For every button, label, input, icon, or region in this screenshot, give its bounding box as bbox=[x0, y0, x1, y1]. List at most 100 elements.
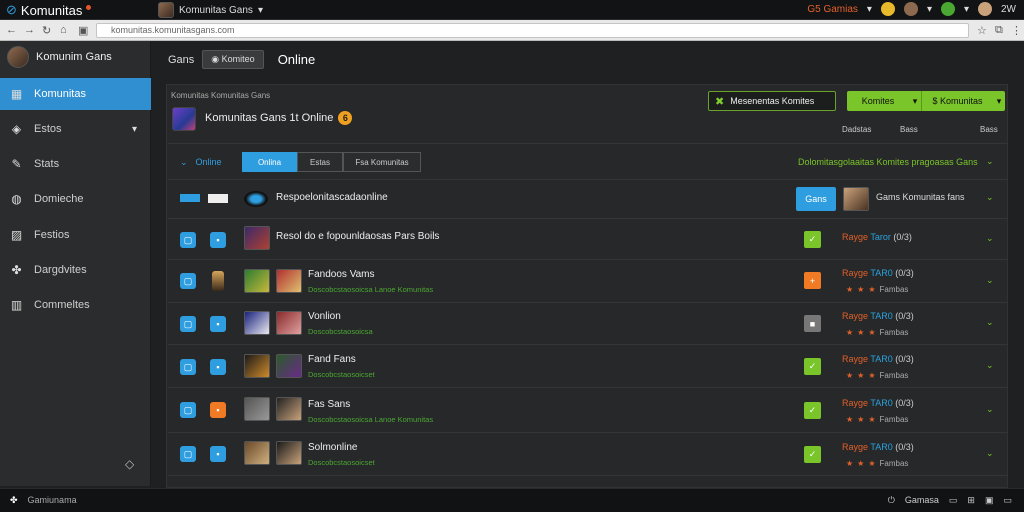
game-thumbnail bbox=[244, 397, 270, 421]
table-row[interactable]: ▢ ▪ Solmonline Doscobcstaosoicset ✓ Rayg… bbox=[168, 433, 1008, 476]
square-icon[interactable]: ▪ bbox=[210, 402, 226, 418]
app-name: Komunitas bbox=[20, 2, 83, 18]
app-logo[interactable]: ⊘ Komunitas bbox=[6, 2, 92, 18]
col-header: Bass bbox=[980, 125, 998, 134]
grid-icon[interactable]: ⊞ bbox=[967, 495, 975, 506]
chevron-down-icon[interactable]: ⌄ bbox=[986, 404, 994, 415]
table-row[interactable]: ▢ ▪ Fand Fans Doscobcstaosoicset ✓ Rayge… bbox=[168, 345, 1008, 388]
square-icon[interactable]: ▢ bbox=[180, 446, 196, 462]
sidebar-item-dargdvites[interactable]: ✤ Dargdvites bbox=[0, 254, 151, 286]
chevron-down-icon[interactable]: ▾ bbox=[909, 91, 921, 111]
coin-icon[interactable] bbox=[880, 2, 895, 16]
square-icon[interactable]: ▢ bbox=[180, 359, 196, 375]
profile-avatar[interactable] bbox=[978, 2, 992, 16]
extensions-icon[interactable]: ⧉ bbox=[995, 24, 1003, 37]
square-icon[interactable]: ▪ bbox=[210, 316, 226, 332]
square-icon[interactable]: ▪ bbox=[210, 359, 226, 375]
col-header: Bass bbox=[900, 125, 918, 134]
green-split-button[interactable]: Komites ▾ $ Komunitas ▾ bbox=[847, 91, 1005, 111]
komites-button[interactable]: Komites bbox=[847, 91, 909, 111]
breadcrumb[interactable]: Komunitas Komunitas Gans bbox=[171, 91, 270, 100]
footer-left[interactable]: ✤ Gamiunama bbox=[10, 495, 77, 506]
chevron-down-icon[interactable]: ⌄ bbox=[986, 275, 994, 286]
chevron-down-icon[interactable]: ⌄ bbox=[986, 156, 994, 167]
back-icon[interactable]: ← bbox=[6, 24, 17, 36]
game-thumbnail bbox=[244, 441, 270, 465]
gans-button[interactable]: Gans bbox=[796, 187, 836, 211]
sidebar-item-domieche[interactable]: ◍ Domieche bbox=[0, 183, 151, 215]
star-icon: ★ bbox=[857, 415, 865, 424]
avatar bbox=[7, 46, 29, 68]
eye-icon bbox=[244, 191, 268, 207]
table-row[interactable]: ▢ ▪ Fas Sans Doscobcstaosoicsa Lanoe Kom… bbox=[168, 388, 1008, 433]
sidebar-profile[interactable]: Komunim Gans bbox=[7, 46, 112, 68]
sidebar-item-estos[interactable]: ◈ Estos ▾ bbox=[0, 113, 151, 145]
user-menu[interactable]: Komunitas Gans ▾ bbox=[158, 2, 263, 18]
tab-estas[interactable]: Estas bbox=[297, 152, 343, 172]
square-icon[interactable]: ▢ bbox=[180, 232, 196, 248]
game-thumbnail bbox=[276, 397, 302, 421]
reload-icon[interactable]: ↻ bbox=[42, 24, 51, 37]
window-icon[interactable]: ▭ bbox=[1003, 495, 1012, 506]
sidebar-item-komunitas[interactable]: ▦ Komunitas bbox=[0, 78, 151, 110]
diamond-icon[interactable]: ◇ bbox=[125, 457, 134, 471]
table-row[interactable]: Respoelonitascadaonline Gans Gams Komuni… bbox=[168, 180, 1008, 219]
chevron-down-icon[interactable]: ⌄ bbox=[986, 448, 994, 459]
tile-icon[interactable]: ▣ bbox=[985, 495, 994, 506]
globe-icon: ◍ bbox=[11, 192, 22, 206]
square-icon[interactable]: ▢ bbox=[180, 402, 196, 418]
power-icon[interactable]: ⏻ bbox=[888, 495, 895, 506]
status-badge[interactable]: ■ bbox=[804, 315, 821, 332]
message-button[interactable]: ✖ Mesenentas Komites bbox=[708, 91, 836, 111]
square-icon[interactable]: ▢ bbox=[180, 316, 196, 332]
square-icon[interactable]: ▪ bbox=[210, 232, 226, 248]
online-filter[interactable]: ⌄ Online bbox=[180, 157, 222, 168]
table-row[interactable]: ▢ Fandoos Vams Doscobcstaosoicsa Lanoe K… bbox=[168, 260, 1008, 303]
status-badge[interactable]: ✓ bbox=[804, 358, 821, 375]
puzzle-icon: ✤ bbox=[11, 263, 22, 277]
select-checkbox[interactable] bbox=[180, 194, 200, 202]
status-badge[interactable]: ✓ bbox=[804, 402, 821, 419]
tag-a: Rayge bbox=[842, 442, 869, 452]
sidebar-item-festios[interactable]: ▨ Festios bbox=[0, 219, 151, 251]
home-icon[interactable]: ⌂ bbox=[60, 24, 67, 36]
filter-summary[interactable]: Dolomitasgolaaitas Komites pragoasas Gan… bbox=[798, 157, 978, 167]
chevron-down-icon[interactable]: ⌄ bbox=[986, 233, 994, 244]
status-badge[interactable]: ✓ bbox=[804, 446, 821, 463]
sidebar-item-stats[interactable]: ✎ Stats bbox=[0, 148, 151, 180]
online-filter-label: Online bbox=[195, 157, 222, 167]
star-icon: ★ bbox=[868, 415, 876, 424]
chevron-down-icon[interactable]: ⌄ bbox=[986, 317, 994, 328]
bookmark-icon[interactable]: ☆ bbox=[977, 24, 987, 37]
tab-fsa[interactable]: Fsa Komunitas bbox=[343, 152, 421, 172]
menu-icon[interactable]: ⋮ bbox=[1011, 24, 1022, 37]
star-icon: ★ bbox=[846, 285, 854, 294]
chevron-down-icon[interactable]: ⌄ bbox=[986, 192, 994, 203]
avatar[interactable] bbox=[903, 2, 918, 16]
sidebar: Komunim Gans ▦ Komunitas ◈ Estos ▾ ✎ Sta… bbox=[0, 41, 151, 486]
forward-icon[interactable]: → bbox=[24, 24, 35, 36]
tab-onlina[interactable]: Onlina bbox=[242, 152, 297, 172]
table-row[interactable]: ▢ ▪ Resol do e fopounldaosas Pars Boils … bbox=[168, 219, 1008, 260]
status-badge[interactable]: + bbox=[804, 272, 821, 289]
chevron-down-icon: ▾ bbox=[926, 3, 932, 15]
row-subtitle: Doscobcstaosoicset bbox=[308, 458, 375, 467]
notif-text[interactable]: G5 Gamias bbox=[807, 4, 858, 15]
square-icon[interactable]: ▪ bbox=[210, 446, 226, 462]
sidebar-item-label: Festios bbox=[34, 229, 70, 241]
window-icon[interactable]: ▭ bbox=[949, 495, 958, 506]
chevron-down-icon[interactable]: ▾ bbox=[993, 91, 1005, 111]
square-icon[interactable]: ▢ bbox=[180, 273, 196, 289]
sidebar-item-commeltes[interactable]: ▥ Commeltes bbox=[0, 289, 151, 321]
komunitas-button[interactable]: $ Komunitas bbox=[921, 91, 993, 111]
star-icon: ★ bbox=[857, 371, 865, 380]
table-row[interactable]: ▢ ▪ Vonlion Doscobcstaosoicsa ■ Rayge TA… bbox=[168, 303, 1008, 345]
status-icon[interactable] bbox=[940, 2, 955, 16]
chevron-down-icon[interactable]: ⌄ bbox=[986, 360, 994, 371]
row-title: Fandoos Vams bbox=[308, 269, 375, 280]
komiteo-select[interactable]: ◉ Komiteo bbox=[202, 50, 264, 69]
star-icon: ★ bbox=[857, 459, 865, 468]
url-input[interactable]: komunitas.komunitasgans.com bbox=[96, 23, 969, 38]
tab-label[interactable]: Gans bbox=[168, 54, 194, 66]
status-badge[interactable]: ✓ bbox=[804, 231, 821, 248]
